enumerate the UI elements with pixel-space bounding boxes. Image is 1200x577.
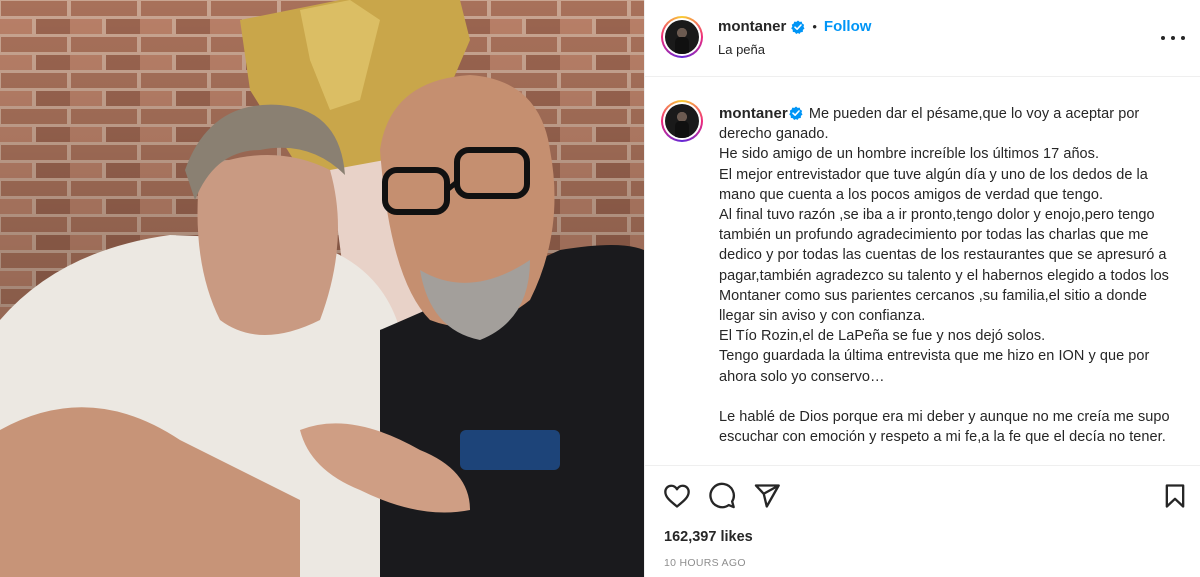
- caption-scroll-area[interactable]: montaner Me pueden dar el pésame,que lo …: [645, 78, 1200, 465]
- more-options-icon[interactable]: [1161, 28, 1185, 48]
- caption-username-link[interactable]: montaner: [719, 105, 788, 122]
- post-header: montaner • Follow La peña: [645, 0, 1200, 77]
- separator-dot: •: [812, 19, 817, 34]
- location-link[interactable]: La peña: [718, 42, 765, 57]
- verified-badge-icon: [791, 20, 805, 34]
- verified-badge-icon: [788, 106, 803, 120]
- likes-count[interactable]: 162,397 likes: [664, 529, 753, 545]
- post-photo[interactable]: [0, 0, 644, 577]
- heart-outline-icon[interactable]: [663, 482, 691, 510]
- caption-body: Me pueden dar el pésame,que lo voy a ace…: [719, 106, 1170, 446]
- username-link[interactable]: montaner: [718, 18, 786, 35]
- bookmark-icon[interactable]: [1161, 482, 1189, 510]
- post-actions-bar: 162,397 likes 10 HOURS AGO: [645, 465, 1200, 577]
- photo-illustration: [0, 0, 644, 577]
- follow-button[interactable]: Follow: [824, 18, 872, 35]
- comment-bubble-icon[interactable]: [708, 482, 736, 510]
- post-timestamp[interactable]: 10 HOURS AGO: [664, 557, 746, 569]
- header-name-row: montaner • Follow: [718, 18, 871, 35]
- caption-text-block: montaner Me pueden dar el pésame,que lo …: [719, 104, 1181, 447]
- caption-avatar[interactable]: [661, 100, 703, 142]
- avatar[interactable]: [661, 16, 703, 58]
- paper-plane-icon[interactable]: [753, 482, 781, 510]
- post-detail-panel: montaner • Follow La peña montaner Me pu…: [644, 0, 1200, 577]
